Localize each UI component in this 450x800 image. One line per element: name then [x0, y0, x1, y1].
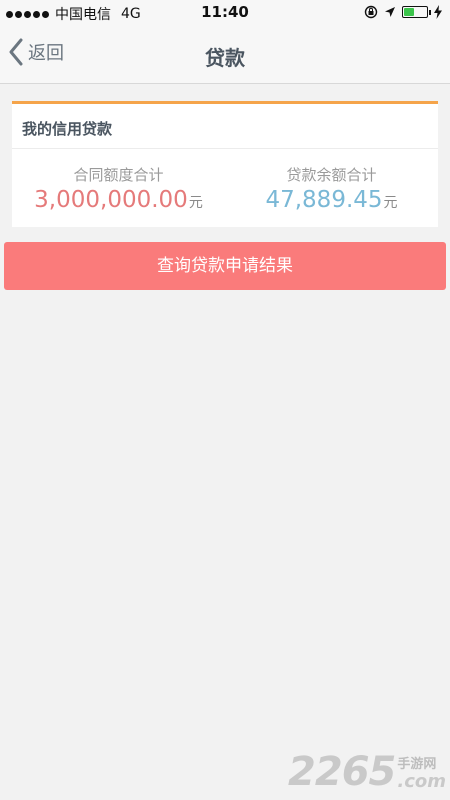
loan-balance-value: 47,889.45 [265, 187, 383, 213]
loan-balance-unit: 元 [383, 195, 398, 211]
watermark-suffix: .com [397, 771, 446, 792]
battery-icon [402, 6, 431, 18]
watermark-chinese: 手游网 [397, 757, 437, 772]
query-loan-result-button[interactable]: 查询贷款申请结果 [4, 242, 446, 290]
charging-bolt-icon [434, 5, 442, 19]
location-arrow-icon [385, 7, 395, 17]
contract-total-unit: 元 [188, 195, 203, 211]
watermark-logo: 2265 手游网 .com [288, 752, 446, 792]
contract-total-stat: 合同额度合计 3,000,000.00元 [12, 166, 225, 217]
credit-loan-card: 我的信用贷款 合同额度合计 3,000,000.00元 贷款余额合计 47,88… [12, 101, 438, 227]
lock-rotation-icon [364, 5, 378, 19]
watermark-number: 2265 [288, 749, 396, 795]
contract-total-label: 合同额度合计 [73, 166, 164, 184]
contract-total-value: 3,000,000.00 [34, 187, 188, 213]
loan-balance-label: 贷款余额合计 [286, 166, 377, 184]
status-bar: 中国电信 4G 11:40 [0, 0, 450, 26]
loan-balance-value-row: 47,889.45元 [225, 186, 438, 217]
loan-balance-stat: 贷款余额合计 47,889.45元 [225, 166, 438, 217]
card-divider [12, 148, 438, 149]
watermark-side: 手游网 .com [397, 757, 446, 792]
status-bar-right [364, 5, 442, 19]
contract-total-value-row: 3,000,000.00元 [12, 186, 225, 217]
page-title: 贷款 [205, 46, 245, 70]
nav-bar: 返回 贷款 [0, 26, 450, 84]
card-title: 我的信用贷款 [22, 120, 113, 138]
